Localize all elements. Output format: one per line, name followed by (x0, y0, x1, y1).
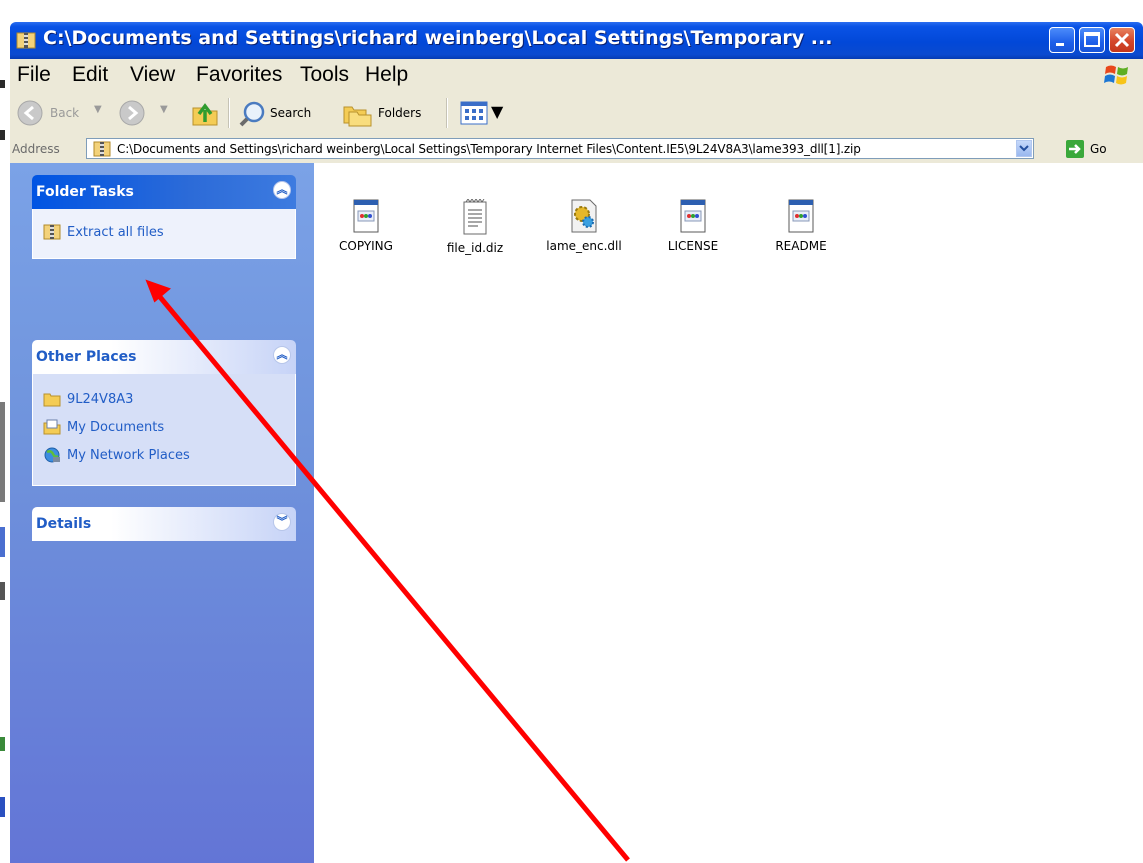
menu-favorites[interactable]: Favorites (196, 63, 282, 87)
minimize-icon (1056, 43, 1064, 46)
search-icon (239, 101, 265, 127)
folders-label: Folders (378, 106, 422, 120)
views-icon (460, 101, 488, 125)
collapse-folder-tasks-button[interactable]: ︽ (273, 181, 291, 199)
menu-bar: File Edit View Favorites Tools Help (10, 59, 1143, 93)
zip-folder-icon (43, 224, 61, 240)
desktop-edge (0, 22, 10, 863)
text-file-icon (463, 199, 487, 235)
file-name: README (775, 239, 827, 253)
place-my-documents[interactable]: My Documents (43, 418, 243, 438)
file-item[interactable]: file_id.diz (435, 199, 515, 255)
place-9l24v8a3[interactable]: 9L24V8A3 (43, 390, 243, 410)
window-title: C:\Documents and Settings\richard weinbe… (43, 27, 833, 49)
zip-folder-icon (16, 32, 36, 49)
windows-logo-icon (1104, 65, 1128, 85)
place-label: My Documents (67, 420, 165, 435)
top-strip (0, 0, 1143, 22)
go-label[interactable]: Go (1090, 142, 1107, 156)
expand-details-button[interactable]: ︾ (273, 513, 291, 531)
collapse-other-places-button[interactable]: ︽ (273, 346, 291, 364)
back-dropdown-icon[interactable]: ▼ (94, 104, 102, 115)
back-label: Back (50, 106, 80, 120)
details-title: Details (36, 516, 92, 532)
folder-icon (43, 393, 61, 407)
menu-edit[interactable]: Edit (72, 63, 108, 87)
title-bar[interactable]: C:\Documents and Settings\richard weinbe… (10, 22, 1143, 59)
maximize-icon (1084, 32, 1100, 47)
forward-button[interactable]: ▼ (118, 96, 178, 130)
zip-folder-icon (93, 141, 111, 157)
search-label: Search (270, 106, 312, 120)
file-name: LICENSE (667, 239, 719, 253)
menu-help[interactable]: Help (365, 63, 408, 87)
document-icon (788, 199, 814, 233)
address-label: Address (12, 142, 60, 156)
folder-tasks-header[interactable]: Folder Tasks ︽ (32, 175, 296, 209)
task-label: Extract all files (67, 225, 164, 240)
address-value: C:\Documents and Settings\richard weinbe… (117, 142, 861, 156)
forward-dropdown-icon[interactable]: ▼ (160, 104, 168, 115)
folder-tasks-body: Extract all files (32, 209, 296, 259)
views-button[interactable]: ▼ (456, 98, 516, 128)
chevron-down-icon (1019, 145, 1029, 152)
go-button[interactable] (1066, 140, 1084, 158)
folders-button[interactable]: Folders (340, 96, 440, 130)
toolbar-separator (446, 98, 448, 128)
menu-tools[interactable]: Tools (300, 63, 349, 87)
other-places-header[interactable]: Other Places ︽ (32, 340, 296, 374)
file-name: file_id.diz (446, 241, 504, 255)
file-item[interactable]: COPYING (326, 199, 406, 253)
menu-view[interactable]: View (130, 63, 175, 87)
file-item[interactable]: LICENSE (653, 199, 733, 253)
network-globe-icon (44, 447, 60, 463)
folder-tasks-title: Folder Tasks (36, 184, 134, 200)
document-icon (680, 199, 706, 233)
file-name: lame_enc.dll (546, 239, 622, 253)
chevron-up-icon: ︽ (276, 183, 288, 196)
task-pane: Folder Tasks ︽ Extract all files Other P… (10, 163, 314, 863)
file-item[interactable]: README (761, 199, 841, 253)
close-icon (1114, 32, 1130, 48)
address-input[interactable]: C:\Documents and Settings\richard weinbe… (86, 138, 1034, 159)
up-folder-icon[interactable] (190, 98, 220, 128)
folders-icon (343, 106, 372, 127)
other-places-body: 9L24V8A3 My Documents My Network Places (32, 374, 296, 486)
search-button[interactable]: Search (236, 96, 332, 130)
maximize-button[interactable] (1079, 27, 1105, 53)
address-dropdown-button[interactable] (1016, 140, 1032, 157)
task-extract-all-files[interactable]: Extract all files (43, 223, 243, 243)
minimize-button[interactable] (1049, 27, 1075, 53)
document-icon (353, 199, 379, 233)
chevron-up-icon: ︽ (276, 348, 288, 361)
details-header[interactable]: Details ︾ (32, 507, 296, 541)
address-bar: Address C:\Documents and Settings\richar… (10, 135, 1143, 164)
close-button[interactable] (1109, 27, 1135, 53)
file-item[interactable]: lame_enc.dll (544, 199, 624, 253)
explorer-window: C:\Documents and Settings\richard weinbe… (10, 22, 1143, 863)
dll-file-icon (571, 199, 597, 233)
other-places-title: Other Places (36, 349, 137, 365)
forward-arrow-icon (119, 100, 145, 126)
place-my-network-places[interactable]: My Network Places (43, 446, 263, 466)
back-arrow-icon (17, 100, 43, 126)
standard-toolbar: Back ▼ ▼ Search Folders ▼ (10, 92, 1143, 136)
file-name: COPYING (339, 239, 393, 253)
go-arrow-icon (1069, 144, 1081, 154)
place-label: My Network Places (67, 448, 190, 463)
views-dropdown-icon: ▼ (491, 102, 504, 121)
back-button[interactable]: Back ▼ (14, 96, 106, 130)
toolbar-separator (228, 98, 230, 128)
menu-file[interactable]: File (17, 63, 51, 87)
file-list: COPYING file_id.diz lame_enc.dll LICENSE… (314, 163, 1143, 863)
place-label: 9L24V8A3 (67, 392, 134, 407)
my-documents-icon (43, 419, 61, 435)
chevron-down-icon: ︾ (276, 515, 288, 528)
